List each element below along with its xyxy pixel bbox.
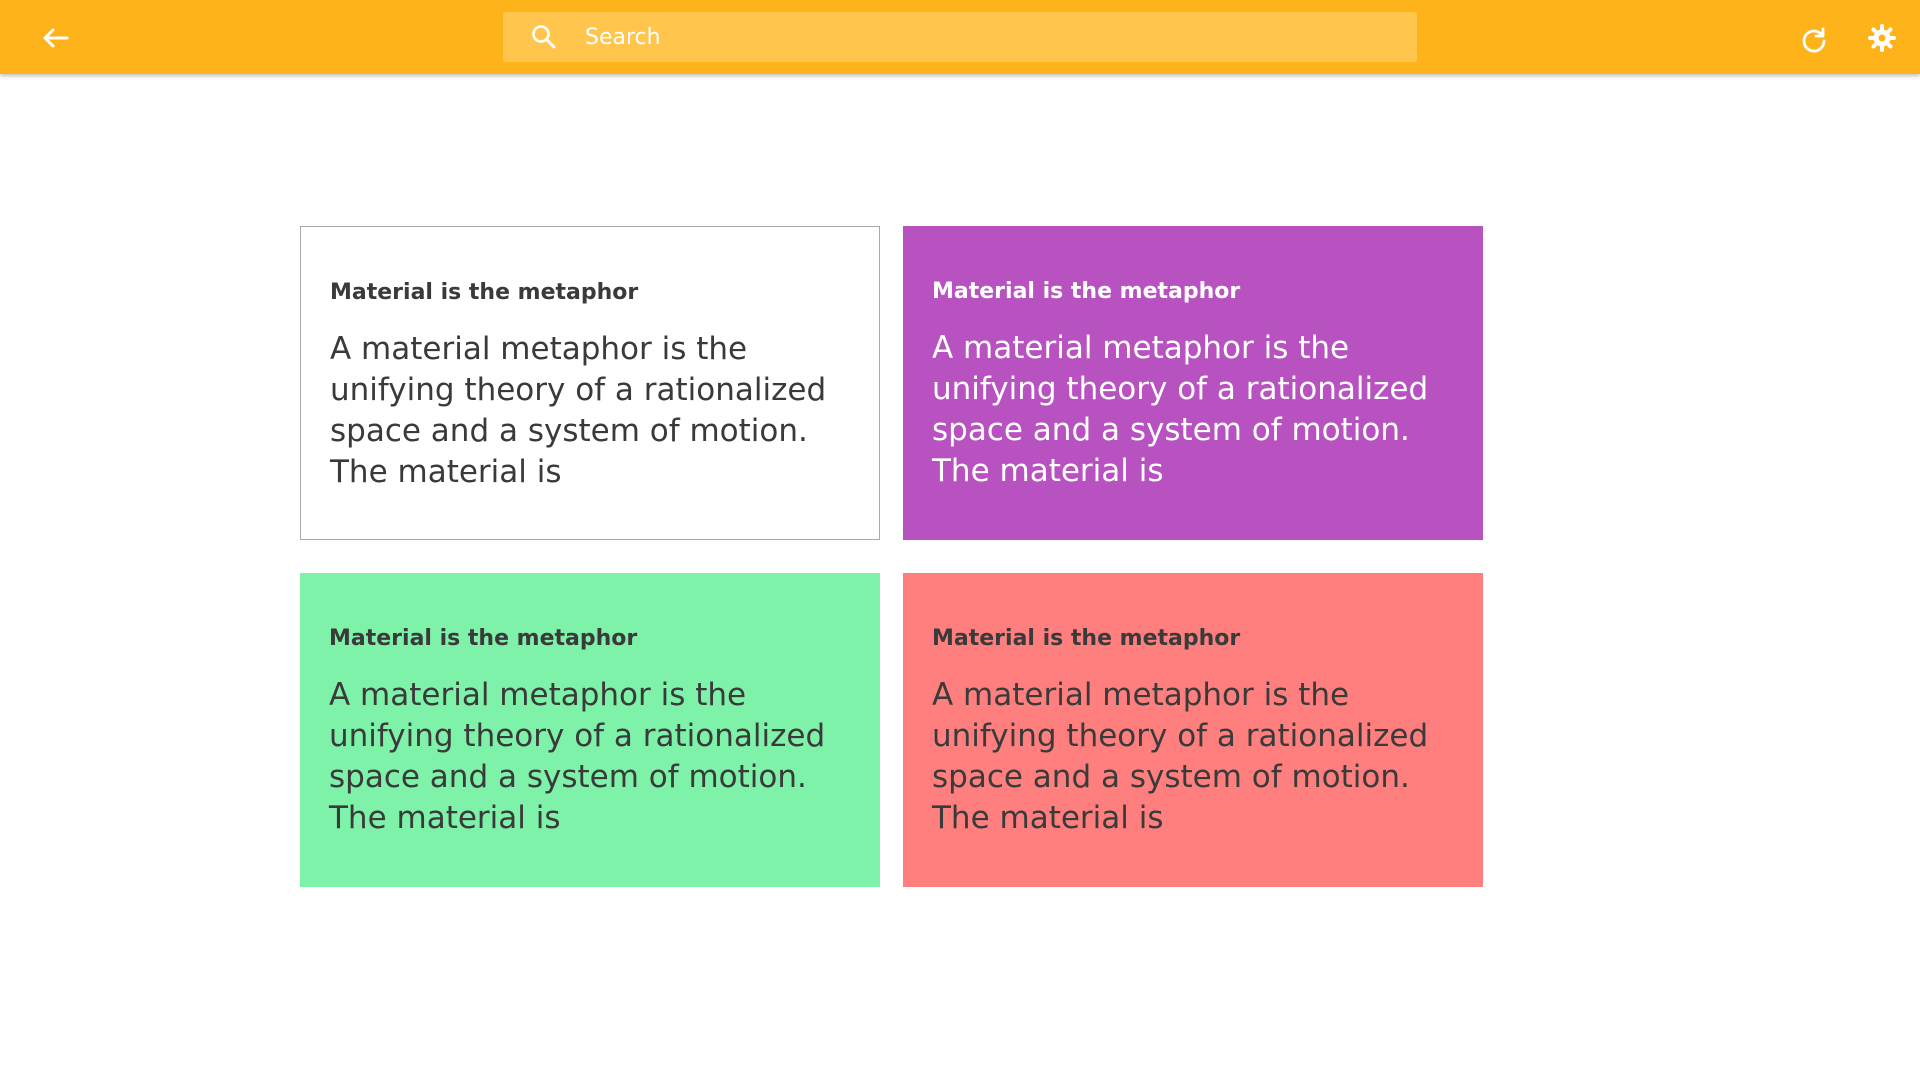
search-icon[interactable] <box>529 22 559 52</box>
search-bar <box>503 12 1417 62</box>
card-purple[interactable]: Material is the metaphor A material meta… <box>903 226 1483 540</box>
refresh-icon <box>1800 26 1828 58</box>
back-button[interactable] <box>38 22 74 58</box>
card-text: A material metaphor is the unifying theo… <box>932 330 1429 489</box>
app-header <box>0 0 1920 74</box>
settings-button[interactable] <box>1864 22 1900 58</box>
refresh-button[interactable] <box>1796 24 1832 60</box>
card-green[interactable]: Material is the metaphor A material meta… <box>300 573 880 887</box>
card-title: Material is the metaphor <box>932 279 1241 304</box>
card-text: A material metaphor is the unifying theo… <box>329 677 826 836</box>
card-title: Material is the metaphor <box>329 626 638 651</box>
card-title: Material is the metaphor <box>932 626 1241 651</box>
card-text: A material metaphor is the unifying theo… <box>330 331 827 490</box>
card-text: A material metaphor is the unifying theo… <box>932 677 1429 836</box>
card-title: Material is the metaphor <box>330 280 639 305</box>
settings-icon <box>1868 24 1896 56</box>
search-input[interactable] <box>585 20 1385 54</box>
back-arrow-icon <box>41 26 71 54</box>
card-red[interactable]: Material is the metaphor A material meta… <box>903 573 1483 887</box>
card-white[interactable]: Material is the metaphor A material meta… <box>300 226 880 540</box>
